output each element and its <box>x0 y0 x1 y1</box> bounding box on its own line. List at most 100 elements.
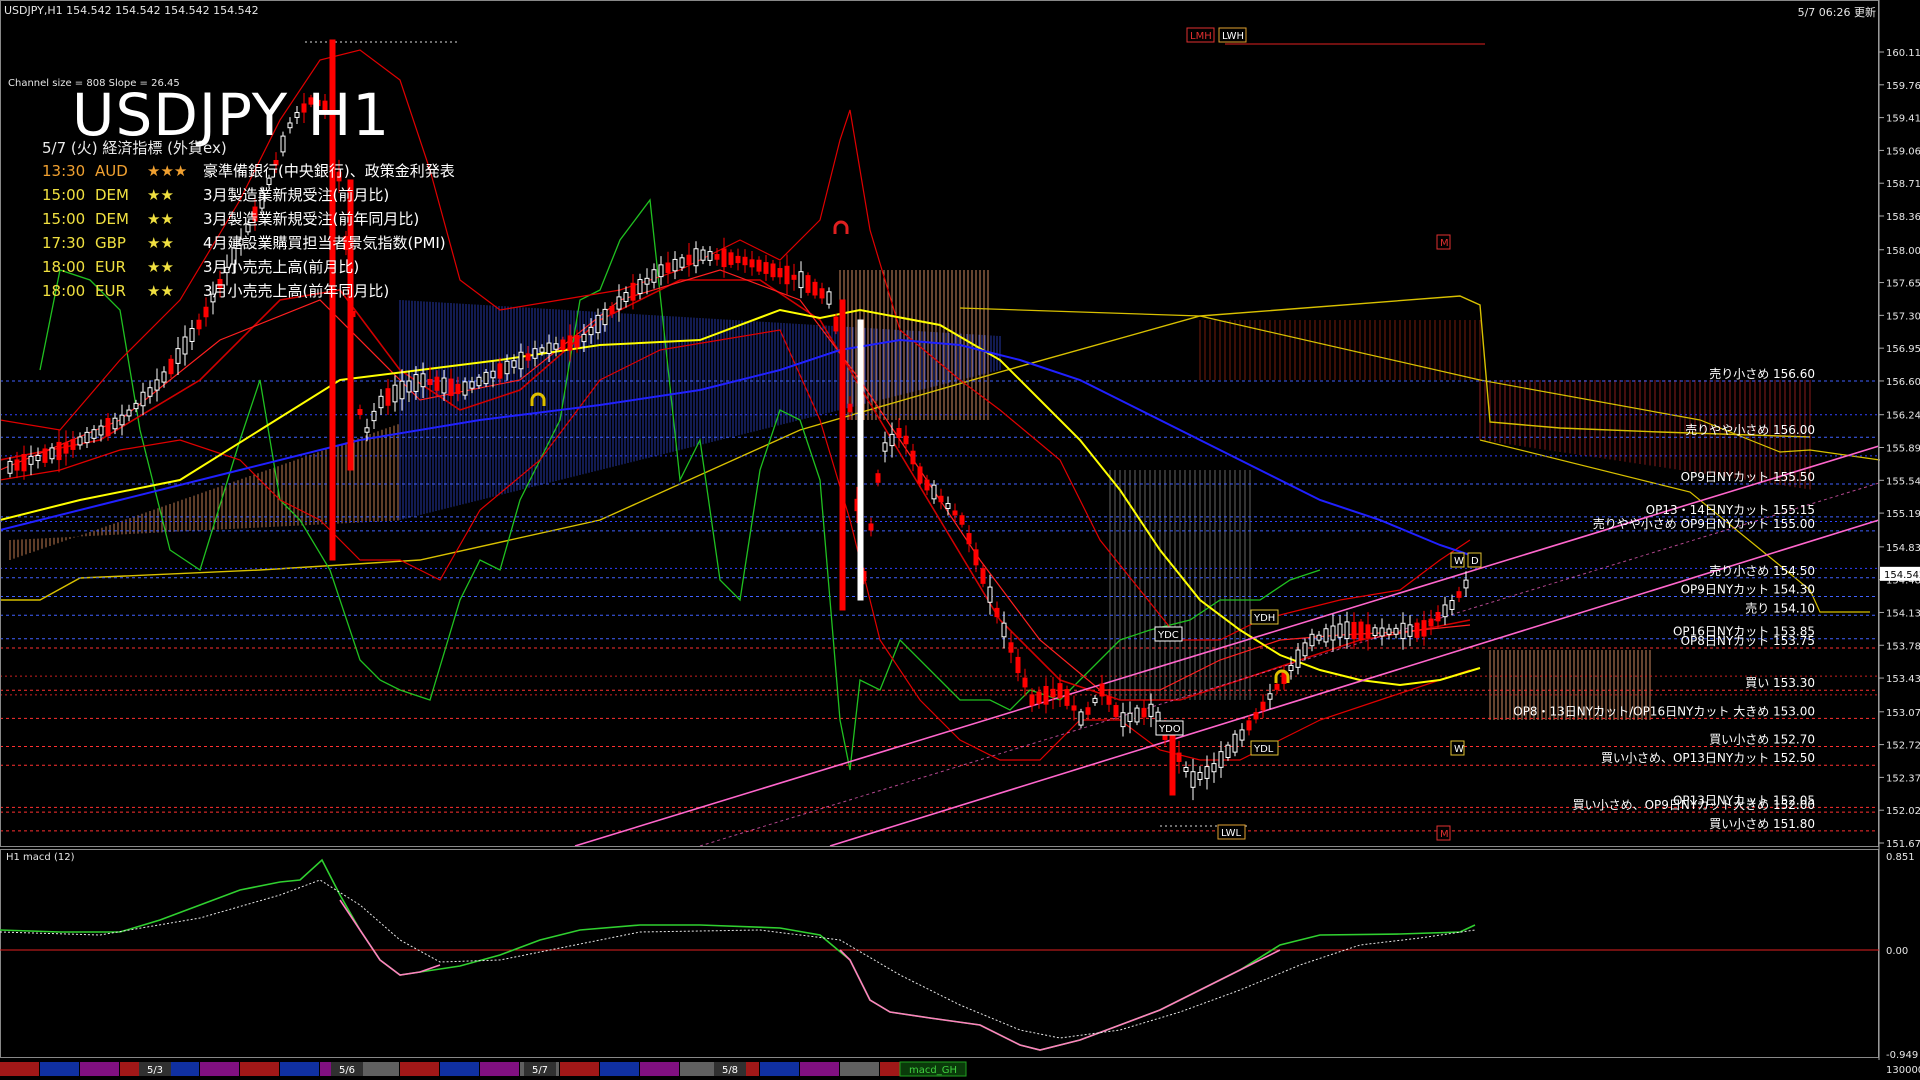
candle-body <box>952 510 958 516</box>
candle-body <box>1463 579 1469 589</box>
event-importance: ★★ <box>147 258 174 276</box>
day-band-cell <box>640 1062 679 1076</box>
level-label: 買い小さめ 151.80 <box>1709 817 1815 831</box>
candle-body <box>679 257 685 268</box>
price-axis-label: 154.830 <box>1886 543 1920 554</box>
candle-body <box>1183 766 1189 773</box>
candle-body <box>1141 707 1147 718</box>
candle-body <box>203 306 209 318</box>
candle-body <box>1106 696 1112 705</box>
candle-body <box>1246 720 1252 731</box>
day-band-cell <box>360 1062 399 1076</box>
level-label: 売り 154.10 <box>1745 600 1815 615</box>
volume-label: 130000 <box>1886 1065 1920 1076</box>
candle-body <box>889 433 895 447</box>
day-band-cell <box>600 1062 639 1076</box>
candle-body <box>1316 634 1322 641</box>
day-band-cell <box>440 1062 479 1076</box>
badge-lwh: LWH <box>1222 31 1244 42</box>
candle-body <box>777 268 783 278</box>
candle-body <box>1365 624 1371 639</box>
candle-body <box>917 466 923 484</box>
candle-body <box>518 351 524 370</box>
candle-body <box>1008 642 1014 653</box>
day-band-cell <box>400 1062 439 1076</box>
candle-body <box>658 264 664 278</box>
candle-body <box>42 448 48 463</box>
candle-body <box>931 484 937 500</box>
candle-body <box>882 442 888 452</box>
day-band-cell <box>560 1062 599 1076</box>
candle-body <box>1211 763 1217 773</box>
day-band-cell <box>760 1062 799 1076</box>
econ-event-row: 18:00 EUR ★★ 3月小売売上高(前月比) <box>42 256 359 277</box>
price-axis-label: 158.000 <box>1886 246 1920 257</box>
candle-body <box>1218 751 1224 768</box>
candle-body <box>1288 664 1294 672</box>
candle-body <box>1421 620 1427 637</box>
candle-body <box>490 370 496 379</box>
event-importance: ★★ <box>147 234 174 252</box>
candle-body <box>1386 628 1392 635</box>
candle-body <box>896 427 902 439</box>
candle-body <box>546 342 552 354</box>
candle-body <box>686 254 692 266</box>
spike-candle <box>1169 729 1176 796</box>
price-axis-label: 153.780 <box>1886 641 1920 652</box>
candle-body <box>448 378 454 396</box>
level-label: 買い小さめ、OP13日NYカット 152.50 <box>1601 751 1815 765</box>
macd-tag-label: macd_GH <box>909 1065 957 1076</box>
event-time: 18:00 <box>42 282 86 300</box>
candle-body <box>714 254 720 260</box>
candle-body <box>959 515 965 525</box>
candle-body <box>399 380 405 400</box>
candle-body <box>1337 623 1343 638</box>
candle-body <box>364 427 370 433</box>
candle-body <box>924 479 930 491</box>
day-label: 5/8 <box>722 1065 738 1076</box>
price-axis-label: 157.300 <box>1886 311 1920 322</box>
candle-body <box>1428 618 1434 627</box>
event-currency: AUD <box>95 162 128 180</box>
candle-body <box>56 441 62 461</box>
candle-body <box>1239 729 1245 741</box>
candle-body <box>77 436 83 446</box>
candle-body <box>651 269 657 283</box>
horseshoe-marker <box>833 220 849 234</box>
candle-body <box>910 450 916 465</box>
candle-body <box>574 334 580 348</box>
candle-body <box>427 378 433 386</box>
candle-body <box>1057 683 1063 699</box>
event-importance: ★★★ <box>147 162 188 180</box>
macd-axis-label: -0.949 <box>1886 1050 1918 1061</box>
candle-body <box>1330 625 1336 641</box>
event-currency: EUR <box>95 258 126 276</box>
event-importance: ★★ <box>147 186 174 204</box>
candle-body <box>1449 600 1455 610</box>
price-axis-label: 156.240 <box>1886 411 1920 422</box>
price-axis-label: 156.600 <box>1886 377 1920 388</box>
candle-body <box>567 335 573 351</box>
candle-body <box>665 262 671 273</box>
candle-body <box>1414 622 1420 638</box>
candle-body <box>735 255 741 264</box>
candle-body <box>420 373 426 388</box>
day-band-cell <box>800 1062 839 1076</box>
candle-body <box>119 414 125 426</box>
candle-body <box>721 248 727 268</box>
day-band-cell <box>80 1062 119 1076</box>
candle-body <box>126 409 132 417</box>
candle-body <box>1442 604 1448 618</box>
candle-body <box>532 348 538 359</box>
price-axis-label: 158.710 <box>1886 179 1920 190</box>
day-band-cell <box>480 1062 519 1076</box>
price-axis-label: 154.130 <box>1886 608 1920 619</box>
candle-body <box>1407 624 1413 637</box>
candle-body <box>1029 694 1035 706</box>
level-label: OP9日NYカット 155.50 <box>1681 470 1815 484</box>
candle-body <box>1127 712 1133 722</box>
level-labels: 売り小さめ 156.60 売りやや小さめ 156.00 OP9日NYカット 155.… <box>1513 366 1815 831</box>
candle-body <box>560 339 566 350</box>
candle-body <box>105 418 111 436</box>
candle-body <box>1022 677 1028 688</box>
